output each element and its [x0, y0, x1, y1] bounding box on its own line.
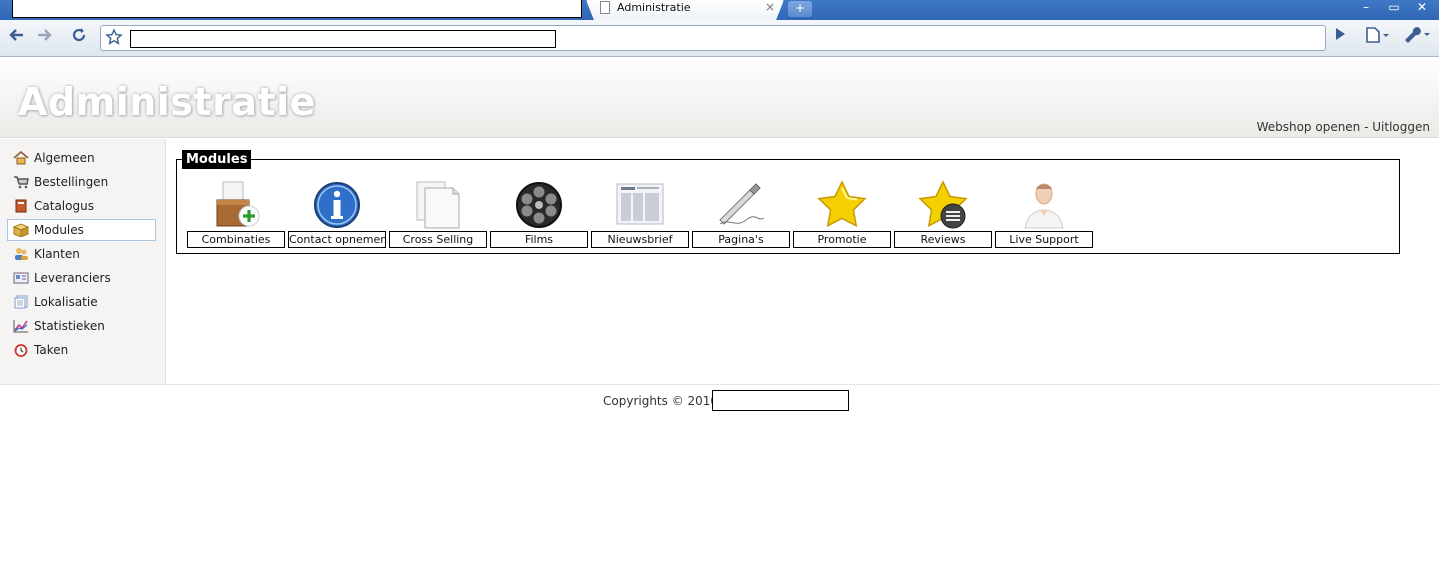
module-cross-selling[interactable]: Cross Selling	[389, 180, 487, 248]
module-label: Promotie	[793, 231, 891, 248]
sidebar-item-taken[interactable]: Taken	[7, 339, 156, 361]
browser-toolbar	[0, 20, 1439, 57]
page-menu-icon[interactable]	[1364, 26, 1390, 48]
film-reel-icon	[514, 180, 564, 230]
info-icon	[312, 180, 362, 230]
newspaper-icon	[615, 180, 665, 230]
module-reviews[interactable]: Reviews	[894, 180, 992, 248]
browser-tab-active[interactable]: Administratie ×	[586, 0, 784, 20]
star-icon	[817, 180, 867, 230]
url-field[interactable]	[130, 30, 556, 48]
module-label: Pagina's	[692, 231, 790, 248]
module-label: Live Support	[995, 231, 1093, 248]
module-label: Nieuwsbrief	[591, 231, 689, 248]
module-contact-opnemen[interactable]: Contact opnemen	[288, 180, 386, 248]
sidebar-item-label: Lokalisatie	[34, 295, 98, 309]
pen-icon	[716, 180, 766, 230]
forward-arrow-icon[interactable]	[31, 26, 57, 50]
tab-close-icon[interactable]: ×	[765, 0, 775, 14]
bookmark-star-icon[interactable]	[105, 28, 123, 49]
logout-link[interactable]: Uitloggen	[1372, 120, 1430, 134]
window-controls: – ▭ ✕	[1357, 0, 1431, 14]
sidebar-item-label: Statistieken	[34, 319, 105, 333]
sidebar-item-lokalisatie[interactable]: Lokalisatie	[7, 291, 156, 313]
alarm-clock-icon	[13, 343, 29, 357]
sidebar-item-modules[interactable]: Modules	[7, 219, 156, 241]
person-icon	[1019, 180, 1069, 230]
top-links: Webshop openen - Uitloggen	[1257, 120, 1430, 134]
box-add-icon	[211, 180, 261, 230]
sidebar-item-klanten[interactable]: Klanten	[7, 243, 156, 265]
module-paginas[interactable]: Pagina's	[692, 180, 790, 248]
module-live-support[interactable]: Live Support	[995, 180, 1093, 248]
sidebar-item-leveranciers[interactable]: Leveranciers	[7, 267, 156, 289]
box-icon	[12, 223, 30, 238]
pages-icon	[13, 295, 29, 309]
page-icon	[600, 1, 610, 14]
star-list-icon	[918, 180, 968, 230]
back-arrow-icon[interactable]	[4, 26, 30, 50]
module-label: Cross Selling	[389, 231, 487, 248]
admin-header: Administratie Webshop openen - Uitloggen	[0, 58, 1439, 138]
sidebar-item-label: Leveranciers	[34, 271, 111, 285]
sidebar-item-catalogus[interactable]: Catalogus	[7, 195, 156, 217]
module-label: Contact opnemen	[288, 231, 386, 248]
wrench-menu-icon[interactable]	[1402, 25, 1432, 47]
module-label: Reviews	[894, 231, 992, 248]
new-tab-button[interactable]: +	[788, 1, 812, 17]
sidebar-item-label: Modules	[34, 223, 84, 237]
cart-icon	[13, 175, 29, 189]
module-films[interactable]: Films	[490, 180, 588, 248]
webshop-open-link[interactable]: Webshop openen	[1257, 120, 1361, 134]
link-separator: -	[1360, 120, 1373, 134]
browser-tabstrip: Administratie × + – ▭ ✕	[0, 0, 1439, 20]
sidebar-item-algemeen[interactable]: Algemeen	[7, 147, 156, 169]
minimize-icon[interactable]: –	[1357, 0, 1375, 14]
footer-link-box[interactable]	[712, 390, 849, 411]
restore-icon[interactable]: ▭	[1385, 0, 1403, 14]
sidebar-item-label: Taken	[34, 343, 69, 357]
module-combinaties[interactable]: Combinaties	[187, 180, 285, 248]
card-icon	[13, 271, 29, 285]
go-icon[interactable]	[1333, 26, 1347, 46]
users-icon	[13, 247, 29, 261]
sidebar-item-label: Catalogus	[34, 199, 94, 213]
browser-tab-inactive[interactable]	[12, 0, 582, 18]
book-icon	[13, 199, 29, 213]
sidebar-item-bestellingen[interactable]: Bestellingen	[7, 171, 156, 193]
documents-icon	[413, 180, 463, 230]
sidebar-item-label: Algemeen	[34, 151, 95, 165]
chart-icon	[13, 319, 29, 333]
footer-divider	[0, 384, 1439, 385]
tab-title: Administratie	[617, 1, 691, 14]
close-window-icon[interactable]: ✕	[1413, 0, 1431, 14]
module-label: Combinaties	[187, 231, 285, 248]
home-icon	[13, 150, 29, 165]
sidebar-item-label: Klanten	[34, 247, 80, 261]
sidebar-item-label: Bestellingen	[34, 175, 109, 189]
modules-legend: Modules	[182, 150, 252, 169]
module-nieuwsbrief[interactable]: Nieuwsbrief	[591, 180, 689, 248]
page-title: Administratie	[18, 80, 316, 124]
reload-icon[interactable]	[66, 26, 92, 50]
module-promotie[interactable]: Promotie	[793, 180, 891, 248]
sidebar-item-statistieken[interactable]: Statistieken	[7, 315, 156, 337]
copyright-text: Copyrights © 2010 ::	[603, 394, 730, 408]
module-label: Films	[490, 231, 588, 248]
